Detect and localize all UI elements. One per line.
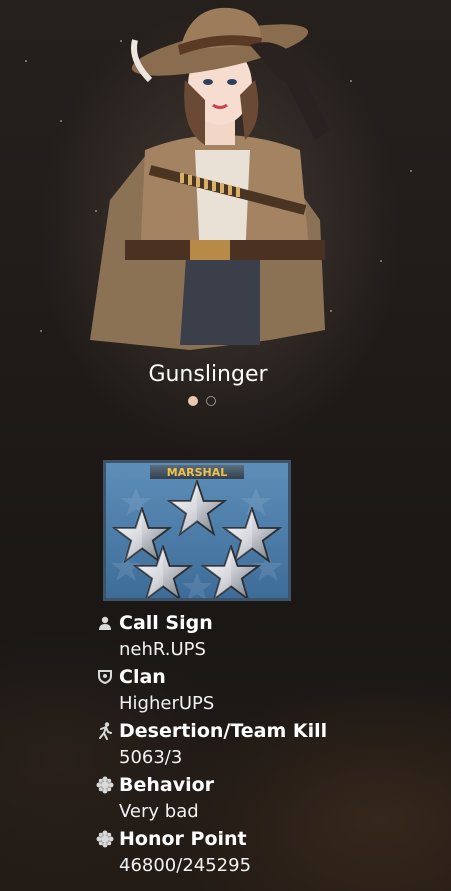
behavior-label-row: Behavior	[95, 772, 425, 798]
gear-badge-icon	[95, 829, 115, 849]
running-man-icon	[95, 721, 115, 741]
desertion-label: Desertion/Team Kill	[119, 720, 328, 742]
behavior-value: Very bad	[119, 801, 199, 822]
carousel-dot-1[interactable]	[188, 396, 198, 406]
carousel-dot-2[interactable]	[206, 396, 216, 406]
clan-shield-icon	[95, 667, 115, 687]
desertion-label-row: Desertion/Team Kill	[95, 718, 425, 744]
carousel-indicator	[188, 396, 216, 406]
honor-point-value: 46800/245295	[119, 855, 252, 876]
call-sign-value: nehR.UPS	[119, 639, 206, 660]
rank-title: MARSHAL	[167, 466, 228, 479]
call-sign-label-row: Call Sign	[95, 610, 425, 636]
behavior-label: Behavior	[119, 774, 215, 796]
character-name: Gunslinger	[148, 362, 268, 387]
rank-insignia: MARSHAL	[106, 463, 288, 601]
desertion-value: 5063/3	[119, 747, 183, 768]
rank-badge: MARSHAL	[103, 460, 291, 601]
person-icon	[95, 613, 115, 633]
profile-info: Call Sign nehR.UPS Clan HigherUPS Desert…	[95, 610, 425, 880]
character-portrait	[90, 7, 330, 350]
honor-label-row: Honor Point	[95, 826, 425, 852]
clan-label-row: Clan	[95, 664, 425, 690]
clan-label: Clan	[119, 666, 166, 688]
honor-point-label: Honor Point	[119, 828, 247, 850]
gear-badge-icon	[95, 775, 115, 795]
clan-value: HigherUPS	[119, 693, 215, 714]
call-sign-label: Call Sign	[119, 612, 213, 634]
